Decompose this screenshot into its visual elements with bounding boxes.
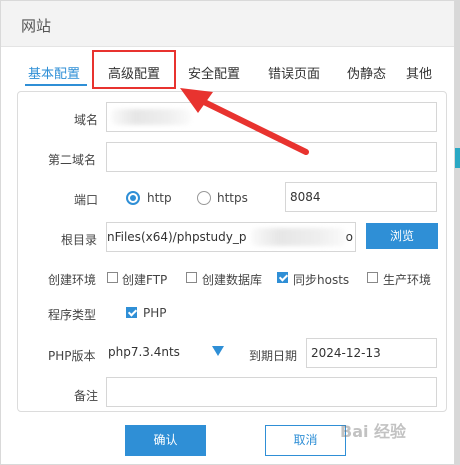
background-strip bbox=[455, 0, 460, 465]
tab-error-pages[interactable]: 错误页面 bbox=[268, 63, 320, 82]
php-version-select[interactable]: php7.3.4nts bbox=[106, 338, 226, 368]
chevron-down-icon[interactable] bbox=[212, 346, 224, 356]
production-env-checkbox[interactable] bbox=[367, 272, 378, 283]
root-dir-value-tail: o bbox=[345, 230, 353, 244]
php-version-value: php7.3.4nts bbox=[108, 345, 180, 359]
tab-basic-config[interactable]: 基本配置 bbox=[28, 63, 80, 82]
program-type-label: 程序类型 bbox=[48, 308, 97, 322]
create-ftp-checkbox[interactable] bbox=[107, 272, 118, 283]
active-tab-indicator bbox=[25, 84, 87, 86]
port-label: 端口 bbox=[74, 193, 99, 207]
env-label: 创建环境 bbox=[48, 273, 97, 287]
https-radio[interactable] bbox=[197, 191, 211, 205]
note-label: 备注 bbox=[74, 389, 99, 403]
sync-hosts-checkbox[interactable] bbox=[277, 272, 288, 283]
tab-security-config[interactable]: 安全配置 bbox=[188, 63, 240, 82]
root-dir-label: 根目录 bbox=[61, 233, 98, 247]
dialog-header: 网站 bbox=[1, 1, 454, 47]
confirm-button[interactable]: 确认 bbox=[125, 425, 206, 456]
cancel-button[interactable]: 取消 bbox=[265, 425, 346, 456]
site-dialog: 网站 基本配置 高级配置 安全配置 错误页面 伪静态 其他 域名 第二域名 端口… bbox=[0, 0, 455, 465]
root-dir-value: nFiles(x64)/phpstudy_p bbox=[107, 230, 247, 244]
port-input[interactable]: 8084 bbox=[285, 182, 437, 212]
tab-other[interactable]: 其他 bbox=[406, 63, 432, 82]
background-accent bbox=[455, 148, 460, 168]
php-version-label: PHP版本 bbox=[48, 349, 96, 363]
browse-button[interactable]: 浏览 bbox=[366, 223, 438, 249]
expire-date-label: 到期日期 bbox=[249, 349, 298, 363]
watermark-logo: Bai 经验 bbox=[340, 422, 407, 441]
create-db-checkbox[interactable] bbox=[186, 272, 197, 283]
create-db-label: 创建数据库 bbox=[202, 273, 263, 287]
php-checkbox[interactable] bbox=[126, 307, 137, 318]
php-label: PHP bbox=[143, 306, 167, 320]
note-input[interactable] bbox=[106, 377, 437, 407]
https-radio-label: https bbox=[217, 191, 248, 205]
create-ftp-label: 创建FTP bbox=[122, 273, 168, 287]
production-env-label: 生产环境 bbox=[383, 273, 432, 287]
dialog-title: 网站 bbox=[21, 17, 52, 35]
tab-rewrite[interactable]: 伪静态 bbox=[347, 63, 386, 82]
sync-hosts-label: 同步hosts bbox=[293, 273, 350, 287]
tab-bar: 基本配置 高级配置 安全配置 错误页面 伪静态 其他 bbox=[1, 53, 456, 89]
second-domain-input[interactable] bbox=[106, 142, 437, 172]
blurred-domain bbox=[111, 109, 191, 125]
blurred-path bbox=[251, 228, 346, 246]
domain-label: 域名 bbox=[74, 113, 99, 127]
second-domain-label: 第二域名 bbox=[48, 153, 97, 167]
expire-date-input[interactable]: 2024-12-13 bbox=[306, 338, 437, 368]
annotation-highlight-box bbox=[92, 50, 176, 89]
http-radio-label: http bbox=[147, 191, 172, 205]
http-radio[interactable] bbox=[126, 191, 140, 205]
